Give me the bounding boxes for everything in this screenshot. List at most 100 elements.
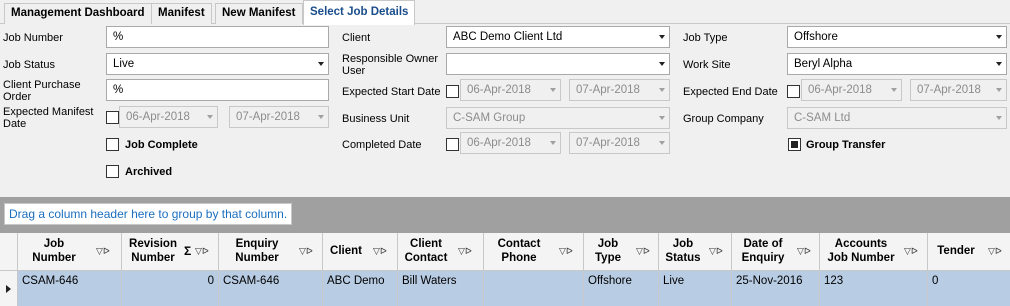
filter-icon[interactable]: ▽ xyxy=(904,246,911,256)
chevron-down-icon[interactable] xyxy=(550,141,556,145)
header-job-number[interactable]: Job Number ▽ᐅ xyxy=(18,233,122,271)
header-job-type[interactable]: Job Type ▽ᐅ xyxy=(584,233,659,271)
header-line2: Number xyxy=(32,252,76,264)
expected-manifest-date-to[interactable]: 07-Apr-2018 xyxy=(229,106,329,128)
pin-icon[interactable]: ᐅ xyxy=(804,246,811,256)
expected-start-date-to[interactable]: 07-Apr-2018 xyxy=(569,79,670,101)
chevron-down-icon[interactable] xyxy=(659,35,665,39)
chevron-down-icon[interactable] xyxy=(318,115,324,119)
chevron-down-icon[interactable] xyxy=(550,88,556,92)
job-number-field[interactable]: % xyxy=(106,26,329,48)
expected-end-date-checkbox[interactable] xyxy=(787,85,800,98)
completed-date-to[interactable]: 07-Apr-2018 xyxy=(569,132,670,154)
job-type-select[interactable]: Offshore xyxy=(787,26,1007,48)
header-job-status[interactable]: Job Status ▽ᐅ xyxy=(659,233,732,271)
client-select[interactable]: ABC Demo Client Ltd xyxy=(446,26,670,48)
row-selector[interactable] xyxy=(0,271,18,306)
job-status-select[interactable]: Live xyxy=(106,53,329,75)
sum-icon[interactable]: Σ xyxy=(184,244,191,258)
job-complete-checkbox[interactable] xyxy=(106,138,119,151)
pin-icon[interactable]: ᐅ xyxy=(306,246,313,256)
cell-job-number[interactable]: CSAM-646 xyxy=(18,271,122,306)
header-line2: Number xyxy=(131,252,175,264)
header-client[interactable]: Client ▽ᐅ xyxy=(323,233,398,271)
pin-icon[interactable]: ᐅ xyxy=(566,246,573,256)
work-site-select[interactable]: Beryl Alpha xyxy=(787,53,1007,75)
group-company-select[interactable]: C-SAM Ltd xyxy=(787,107,1007,129)
cell-accounts-job-number[interactable]: 123 xyxy=(820,271,928,306)
chevron-down-icon[interactable] xyxy=(207,115,213,119)
archived-checkbox[interactable] xyxy=(106,165,119,178)
pin-icon[interactable]: ᐅ xyxy=(465,246,472,256)
client-po-field[interactable]: % xyxy=(106,79,329,101)
pin-icon[interactable]: ᐅ xyxy=(103,246,110,256)
cell-contact-phone[interactable] xyxy=(484,271,584,306)
chevron-down-icon[interactable] xyxy=(659,116,665,120)
group-company-value: C-SAM Ltd xyxy=(794,112,851,124)
pin-icon[interactable]: ᐅ xyxy=(911,246,918,256)
chevron-down-icon[interactable] xyxy=(659,141,665,145)
header-contact-phone[interactable]: Contact Phone ▽ᐅ xyxy=(484,233,584,271)
completed-date-checkbox[interactable] xyxy=(446,138,459,151)
chevron-down-icon[interactable] xyxy=(996,62,1002,66)
header-date-of-enquiry[interactable]: Date of Enquiry ▽ᐅ xyxy=(732,233,820,271)
tab-management-dashboard[interactable]: Management Dashboard xyxy=(4,3,152,24)
cell-enquiry-number[interactable]: CSAM-646 xyxy=(219,271,323,306)
filter-icon[interactable]: ▽ xyxy=(559,246,566,256)
filter-icon[interactable]: ▽ xyxy=(709,246,716,256)
header-line1: Revision xyxy=(129,238,177,250)
expected-end-date-from[interactable]: 06-Apr-2018 xyxy=(801,79,902,101)
pin-icon[interactable]: ᐅ xyxy=(643,246,650,256)
cell-job-status[interactable]: Live xyxy=(659,271,732,306)
header-revision-number[interactable]: Revision Number Σ ▽ᐅ xyxy=(122,233,219,271)
header-tender[interactable]: Tender ▽ᐅ xyxy=(928,233,1010,271)
filter-icon[interactable]: ▽ xyxy=(458,246,465,256)
filter-icon[interactable]: ▽ xyxy=(636,246,643,256)
group-panel[interactable]: Drag a column header here to group by th… xyxy=(0,197,1010,233)
tab-select-job-details[interactable]: Select Job Details xyxy=(303,0,416,25)
chevron-down-icon[interactable] xyxy=(318,62,324,66)
cell-tender[interactable]: 0 xyxy=(928,271,1010,306)
cell-revision-number[interactable]: 0 xyxy=(122,271,219,306)
tab-manifest[interactable]: Manifest xyxy=(151,3,212,24)
responsible-owner-select[interactable] xyxy=(446,53,670,75)
header-client-contact[interactable]: Client Contact ▽ᐅ xyxy=(398,233,484,271)
expected-start-date-from[interactable]: 06-Apr-2018 xyxy=(460,79,561,101)
pin-icon[interactable]: ᐅ xyxy=(995,246,1002,256)
chevron-down-icon[interactable] xyxy=(996,116,1002,120)
chevron-down-icon[interactable] xyxy=(891,88,897,92)
filter-icon[interactable]: ▽ xyxy=(195,246,202,256)
filter-icon[interactable]: ▽ xyxy=(988,246,995,256)
pin-icon[interactable]: ᐅ xyxy=(716,246,723,256)
header-accounts-job-number[interactable]: Accounts Job Number ▽ᐅ xyxy=(820,233,928,271)
cell-date-of-enquiry[interactable]: 25-Nov-2016 xyxy=(732,271,820,306)
group-transfer-checkbox[interactable] xyxy=(788,138,801,151)
filter-icon[interactable]: ▽ xyxy=(797,246,804,256)
chevron-down-icon[interactable] xyxy=(659,88,665,92)
expected-start-date-label: Expected Start Date xyxy=(342,86,441,98)
expected-manifest-date-checkbox[interactable] xyxy=(106,111,119,124)
filter-icon[interactable]: ▽ xyxy=(299,246,306,256)
pin-icon[interactable]: ᐅ xyxy=(202,246,209,256)
chevron-down-icon[interactable] xyxy=(996,88,1002,92)
business-unit-select[interactable]: C-SAM Group xyxy=(446,107,670,129)
expected-manifest-date-from[interactable]: 06-Apr-2018 xyxy=(119,106,218,128)
work-site-label: Work Site xyxy=(683,59,731,71)
table-row[interactable]: CSAM-646 0 CSAM-646 ABC Demo Bill Waters… xyxy=(18,271,1010,306)
header-enquiry-number[interactable]: Enquiry Number ▽ᐅ xyxy=(219,233,323,271)
filter-icon[interactable]: ▽ xyxy=(373,246,380,256)
expected-end-date-to[interactable]: 07-Apr-2018 xyxy=(910,79,1007,101)
cell-client-contact[interactable]: Bill Waters xyxy=(398,271,484,306)
cell-client[interactable]: ABC Demo xyxy=(323,271,398,306)
cell-job-type[interactable]: Offshore xyxy=(584,271,659,306)
header-line1: Enquiry xyxy=(235,238,279,250)
completed-date-from[interactable]: 06-Apr-2018 xyxy=(460,132,561,154)
tab-new-manifest[interactable]: New Manifest xyxy=(215,3,303,24)
date-to-value: 07-Apr-2018 xyxy=(576,137,640,149)
chevron-down-icon[interactable] xyxy=(659,62,665,66)
expected-start-date-checkbox[interactable] xyxy=(446,85,459,98)
filter-icon[interactable]: ▽ xyxy=(96,246,103,256)
pin-icon[interactable]: ᐅ xyxy=(380,246,387,256)
chevron-down-icon[interactable] xyxy=(996,35,1002,39)
date-to-value: 07-Apr-2018 xyxy=(236,111,300,123)
